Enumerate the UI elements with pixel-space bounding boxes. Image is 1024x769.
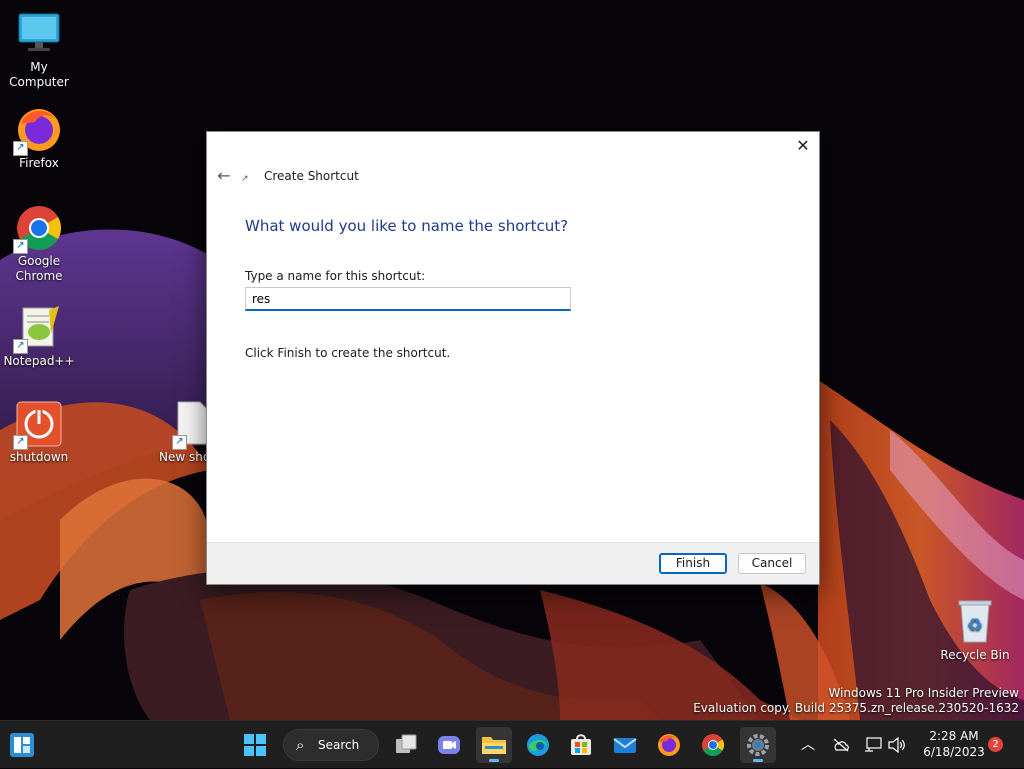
settings-icon — [747, 734, 769, 756]
mail-icon — [613, 738, 637, 753]
widgets-icon — [10, 733, 34, 757]
task-view-icon — [396, 734, 417, 753]
task-view-button[interactable] — [388, 727, 424, 763]
desktop-icon-label: My Computer — [9, 60, 69, 89]
firefox-icon — [658, 734, 680, 756]
close-button[interactable]: ✕ — [787, 132, 819, 160]
network-icon — [865, 737, 882, 752]
shortcut-arrow-icon: ↗ — [13, 339, 28, 354]
shortcut-arrow-icon: ↗ — [13, 141, 28, 156]
desktop-icon-shutdown[interactable]: ↗ shutdown — [0, 400, 78, 465]
shortcut-name-input[interactable] — [245, 287, 571, 311]
start-icon — [244, 734, 266, 756]
file-explorer-button[interactable] — [476, 727, 512, 763]
store-button[interactable] — [563, 727, 599, 763]
desktop-icon-label: Firefox — [19, 156, 59, 170]
watermark-edition: Windows 11 Pro Insider Preview — [828, 686, 1019, 700]
desktop-icon-my-computer[interactable]: My Computer — [0, 10, 78, 90]
desktop-icon-recycle-bin[interactable]: ♻ Recycle Bin — [936, 598, 1014, 663]
desktop-icon-label: New sho — [159, 450, 206, 464]
file-explorer-icon — [482, 737, 506, 754]
shortcut-arrow-icon: ↗ — [172, 435, 187, 450]
monitor-icon — [15, 10, 63, 58]
desktop-icon-label: Recycle Bin — [940, 648, 1010, 662]
speaker-icon — [888, 736, 905, 754]
file-icon: ↗ — [172, 400, 206, 450]
firefox-taskbar-button[interactable] — [651, 727, 687, 763]
finish-button[interactable]: Finish — [659, 553, 727, 574]
chevron-up-icon: ︿ — [801, 737, 815, 753]
dialog-heading: What would you like to name the shortcut… — [245, 217, 569, 235]
firefox-icon: ↗ — [13, 106, 63, 156]
search-label: Search — [318, 738, 360, 752]
back-arrow-button[interactable]: ← — [214, 166, 234, 186]
desktop-icon-notepad-plus-plus[interactable]: ↗ Notepad++ — [0, 304, 78, 369]
taskbar: ⌕ Search ︿ 2:28 AM 6/18/2023 2 — [0, 720, 1024, 768]
power-icon: ↗ — [13, 400, 63, 450]
clock[interactable]: 2:28 AM 6/18/2023 — [914, 728, 994, 760]
start-button[interactable] — [237, 727, 273, 763]
shortcut-wizard-icon: ↗ — [241, 174, 249, 184]
shortcut-arrow-icon: ↗ — [13, 239, 28, 254]
cancel-button[interactable]: Cancel — [738, 553, 806, 574]
recycle-bin-icon: ♻ — [951, 598, 999, 646]
mail-button[interactable] — [607, 727, 643, 763]
dialog-footer: Finish Cancel — [207, 542, 819, 584]
show-hidden-icons-button[interactable]: ︿ — [801, 721, 815, 769]
desktop-icon-firefox[interactable]: ↗ Firefox — [0, 106, 78, 171]
taskbar-search[interactable]: ⌕ Search — [283, 729, 379, 761]
chrome-icon: ↗ — [13, 204, 63, 254]
create-shortcut-dialog: ✕ ← ↗ Create Shortcut What would you lik… — [206, 131, 820, 585]
onedrive-status[interactable] — [832, 721, 850, 769]
desktop-icon-new-shortcut[interactable]: ↗ New sho — [150, 400, 206, 465]
cloud-offline-icon — [833, 738, 849, 752]
network-status[interactable] — [864, 721, 882, 769]
notification-badge[interactable]: 2 — [988, 737, 1003, 752]
chat-button[interactable] — [431, 727, 467, 763]
clock-time: 2:28 AM — [929, 729, 979, 743]
settings-button[interactable] — [740, 727, 776, 763]
chrome-icon — [702, 734, 724, 756]
desktop-icon-label: Google Chrome — [15, 254, 63, 283]
shortcut-arrow-icon: ↗ — [13, 435, 28, 450]
windows-watermark: Windows 11 Pro Insider Preview Evaluatio… — [693, 686, 1019, 716]
desktop-icon-google-chrome[interactable]: ↗ Google Chrome — [0, 204, 78, 284]
chrome-taskbar-button[interactable] — [695, 727, 731, 763]
watermark-build: Evaluation copy. Build 25375.zn_release.… — [693, 701, 1019, 715]
dialog-title: Create Shortcut — [264, 169, 359, 183]
volume-status[interactable] — [888, 721, 906, 769]
svg-text:♻: ♻ — [967, 615, 983, 636]
search-icon: ⌕ — [296, 736, 305, 754]
desktop-icon-label: shutdown — [9, 450, 69, 464]
store-icon — [571, 734, 591, 755]
edge-icon — [527, 734, 549, 756]
teams-chat-icon — [438, 736, 460, 754]
notepad-plus-plus-icon: ↗ — [13, 304, 63, 354]
clock-date: 6/18/2023 — [923, 745, 985, 759]
shortcut-name-label: Type a name for this shortcut: — [245, 269, 426, 283]
edge-button[interactable] — [520, 727, 556, 763]
info-text: Click Finish to create the shortcut. — [245, 346, 451, 360]
desktop-icon-label: Notepad++ — [3, 354, 75, 368]
widgets-button[interactable] — [4, 727, 40, 763]
